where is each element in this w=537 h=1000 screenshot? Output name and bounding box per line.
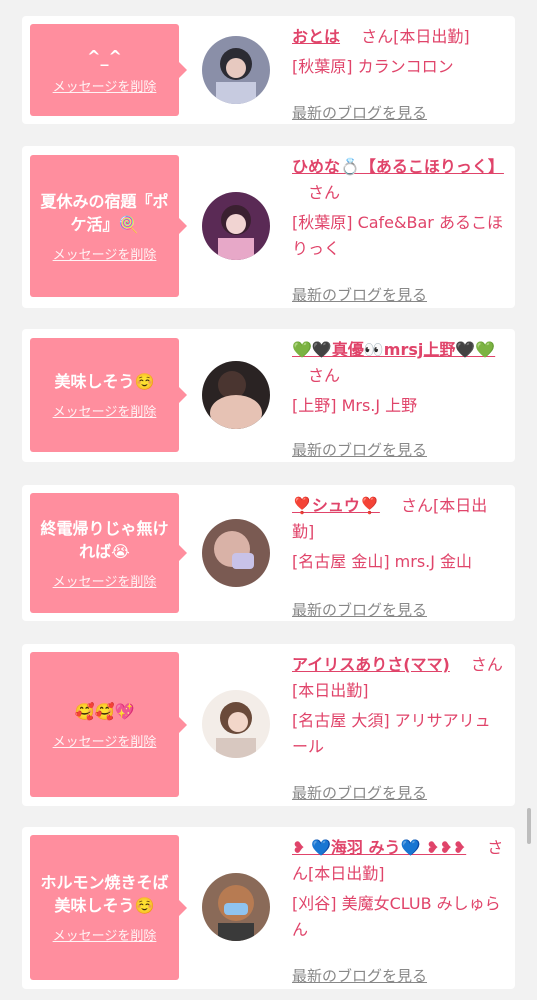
girl-name-link[interactable]: ❣️シュウ❣️ xyxy=(292,496,380,515)
message-text: ^_^ xyxy=(87,47,122,66)
message-bubble: ホルモン焼きそば美味しそう☺️ メッセージを削除 xyxy=(30,835,187,980)
delete-message-link[interactable]: メッセージを削除 xyxy=(53,925,157,944)
shop-name: [名古屋 大須] アリサアリュール xyxy=(292,711,491,756)
girl-name-link[interactable]: ひめな💍【あるこほりっく】 xyxy=(292,157,504,176)
message-text: ホルモン焼きそば美味しそう☺️ xyxy=(40,873,169,915)
message-text: 夏休みの宿題『ポケ活』🍭 xyxy=(40,191,169,234)
list-item: ^_^ メッセージを削除 おとは さん[本日出勤] [秋葉原] カランコロン 最… xyxy=(22,16,515,124)
delete-message-link[interactable]: メッセージを削除 xyxy=(53,244,157,263)
girl-info: 💚🖤真優👀mrsj上野🖤💚 さん [上野] Mrs.J 上野 最新のブログを見る xyxy=(292,337,506,459)
girl-info: ❥ 💙海羽 みう💙 ❥❥❥ さん[本日出勤] [刈谷] 美魔女CLUB みしゅら… xyxy=(292,835,506,985)
avatar[interactable] xyxy=(202,873,270,941)
girl-info: おとは さん[本日出勤] [秋葉原] カランコロン 最新のブログを見る xyxy=(292,24,506,122)
girl-info: ひめな💍【あるこほりっく】 さん [秋葉原] Cafe&Bar あるこほりっく … xyxy=(292,154,506,304)
honorific: さん xyxy=(308,366,341,385)
shop-name: [名古屋 金山] mrs.J 金山 xyxy=(292,552,473,571)
status-badge: [本日出勤] xyxy=(393,27,470,46)
scrollbar-thumb[interactable] xyxy=(527,808,531,844)
message-text: 終電帰りじゃ無ければ😭 xyxy=(40,518,169,561)
latest-blog-link[interactable]: 最新のブログを見る xyxy=(292,439,427,460)
message-text: 美味しそう☺️ xyxy=(54,372,155,391)
status-badge: [本日出勤] xyxy=(308,864,385,883)
latest-blog-link[interactable]: 最新のブログを見る xyxy=(292,965,427,986)
girl-name-link[interactable]: ❥ 💙海羽 みう💙 ❥❥❥ xyxy=(292,838,466,857)
avatar[interactable] xyxy=(202,36,270,104)
latest-blog-link[interactable]: 最新のブログを見る xyxy=(292,102,427,123)
latest-blog-link[interactable]: 最新のブログを見る xyxy=(292,599,427,620)
list-item: 夏休みの宿題『ポケ活』🍭 メッセージを削除 ひめな💍【あるこほりっく】 さん [… xyxy=(22,146,515,308)
delete-message-link[interactable]: メッセージを削除 xyxy=(53,571,157,590)
status-badge: [本日出勤] xyxy=(292,681,369,700)
message-bubble: 美味しそう☺️ メッセージを削除 xyxy=(30,338,187,452)
message-bubble: 終電帰りじゃ無ければ😭 メッセージを削除 xyxy=(30,493,187,613)
shop-name: [秋葉原] Cafe&Bar あるこほりっく xyxy=(292,213,503,258)
avatar[interactable] xyxy=(202,192,270,260)
girl-name-link[interactable]: おとは xyxy=(292,27,340,46)
message-bubble: 🥰🥰💖 メッセージを削除 xyxy=(30,652,187,797)
list-item: 🥰🥰💖 メッセージを削除 アイリスありさ(ママ) さん [本日出勤] [名古屋 大… xyxy=(22,644,515,806)
honorific: さん xyxy=(308,183,341,202)
girl-name-link[interactable]: 💚🖤真優👀mrsj上野🖤💚 xyxy=(292,340,495,359)
message-list: ^_^ メッセージを削除 おとは さん[本日出勤] [秋葉原] カランコロン 最… xyxy=(0,0,537,1000)
honorific: さん xyxy=(361,27,394,46)
honorific: さん xyxy=(400,496,433,515)
girl-info: アイリスありさ(ママ) さん [本日出勤] [名古屋 大須] アリサアリュール 最… xyxy=(292,652,506,802)
shop-name: [刈谷] 美魔女CLUB みしゅらん xyxy=(292,894,501,939)
list-item: 美味しそう☺️ メッセージを削除 💚🖤真優👀mrsj上野🖤💚 さん [上野] M… xyxy=(22,329,515,462)
shop-name: [秋葉原] カランコロン xyxy=(292,57,454,76)
avatar[interactable] xyxy=(202,361,270,429)
message-bubble: 夏休みの宿題『ポケ活』🍭 メッセージを削除 xyxy=(30,155,187,297)
message-text: 🥰🥰💖 xyxy=(74,701,135,721)
avatar[interactable] xyxy=(202,519,270,587)
girl-info: ❣️シュウ❣️ さん[本日出勤] [名古屋 金山] mrs.J 金山 最新のブロ… xyxy=(292,493,506,619)
delete-message-link[interactable]: メッセージを削除 xyxy=(53,731,157,750)
delete-message-link[interactable]: メッセージを削除 xyxy=(53,401,157,420)
avatar[interactable] xyxy=(202,690,270,758)
list-item: 終電帰りじゃ無ければ😭 メッセージを削除 ❣️シュウ❣️ さん[本日出勤] [名… xyxy=(22,485,515,621)
delete-message-link[interactable]: メッセージを削除 xyxy=(53,76,157,95)
honorific: さん xyxy=(470,655,503,674)
list-item: ホルモン焼きそば美味しそう☺️ メッセージを削除 ❥ 💙海羽 みう💙 ❥❥❥ さ… xyxy=(22,827,515,989)
message-bubble: ^_^ メッセージを削除 xyxy=(30,24,187,116)
latest-blog-link[interactable]: 最新のブログを見る xyxy=(292,284,427,305)
latest-blog-link[interactable]: 最新のブログを見る xyxy=(292,782,427,803)
shop-name: [上野] Mrs.J 上野 xyxy=(292,396,418,415)
girl-name-link[interactable]: アイリスありさ(ママ) xyxy=(292,655,450,674)
